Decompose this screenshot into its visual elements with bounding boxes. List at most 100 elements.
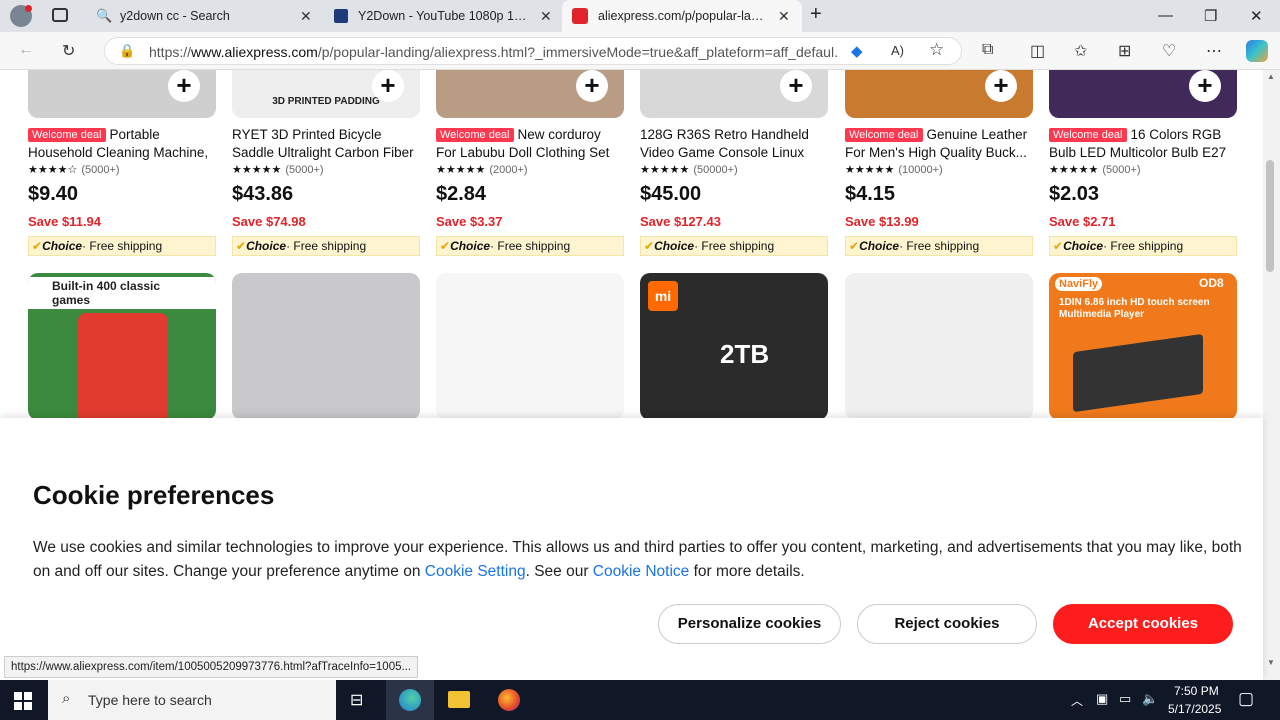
- product-image[interactable]: [232, 273, 420, 420]
- add-to-cart-button[interactable]: +: [372, 70, 404, 102]
- product-price: $4.15: [845, 183, 896, 205]
- rating: ★★★★☆ (5000+): [28, 163, 120, 176]
- product-title[interactable]: Welcome deal New corduroy For Labubu Doll…: [436, 126, 624, 162]
- product-price: $2.84: [436, 183, 487, 205]
- taskbar-edge[interactable]: [386, 680, 434, 720]
- reject-cookies-button[interactable]: Reject cookies: [857, 604, 1037, 644]
- tag-icon[interactable]: ◆: [851, 42, 863, 60]
- volume-icon[interactable]: 🔈: [1142, 691, 1158, 707]
- taskbar-search-placeholder: Type here to search: [88, 692, 212, 708]
- scrollbar-thumb[interactable]: [1266, 160, 1274, 272]
- split-screen-icon[interactable]: ◫: [1030, 41, 1045, 61]
- lock-icon[interactable]: 🔒: [119, 43, 135, 59]
- tab-title: aliexpress.com/p/popular-landing: [598, 9, 770, 23]
- close-icon[interactable]: ✕: [778, 8, 790, 25]
- window-close-icon[interactable]: ✕: [1250, 7, 1263, 25]
- navifly-brand: NaviFly: [1055, 277, 1103, 291]
- edge-icon: [399, 689, 421, 711]
- close-icon[interactable]: ✕: [540, 8, 552, 25]
- tab-aliexpress[interactable]: aliexpress.com/p/popular-landing ✕: [562, 0, 802, 32]
- scroll-down-icon[interactable]: ▼: [1267, 658, 1275, 667]
- rating-count: (10000+): [898, 164, 943, 176]
- more-menu-icon[interactable]: ⋯: [1206, 41, 1222, 61]
- address-toolbar: ← ↻ 🔒 https://www.aliexpress.com/p/popul…: [0, 32, 1280, 70]
- product-title[interactable]: Welcome deal 16 Colors RGB Bulb LED Multi…: [1049, 126, 1237, 162]
- scroll-up-icon[interactable]: ▲: [1267, 72, 1275, 81]
- clock-date[interactable]: 5/17/2025: [1168, 702, 1221, 716]
- chevron-up-icon[interactable]: ︿: [1071, 692, 1083, 709]
- url-text: https://www.aliexpress.com/p/popular-lan…: [149, 44, 839, 60]
- firefox-icon[interactable]: [498, 689, 520, 711]
- network-icon[interactable]: ▭: [1119, 691, 1131, 707]
- back-icon[interactable]: ←: [18, 41, 34, 59]
- product-image[interactable]: Built-in 400 classic games: [28, 273, 216, 420]
- restore-icon[interactable]: ❐: [1204, 7, 1217, 25]
- navifly-model: OD8: [1199, 276, 1224, 290]
- product-image[interactable]: [845, 273, 1033, 420]
- cookie-banner: Cookie preferences We use cookies and si…: [0, 418, 1263, 680]
- windows-start-icon[interactable]: [14, 692, 32, 710]
- file-explorer-icon[interactable]: [448, 691, 470, 708]
- search-icon: ⌕: [62, 690, 71, 707]
- y2down-favicon-icon: [334, 9, 348, 23]
- performance-icon[interactable]: ♡: [1162, 41, 1176, 61]
- profile-avatar[interactable]: [10, 5, 32, 27]
- clock-time[interactable]: 7:50 PM: [1174, 684, 1219, 698]
- product-price: $45.00: [640, 183, 702, 205]
- refresh-icon[interactable]: ↻: [62, 41, 75, 61]
- check-icon: ✔: [849, 239, 860, 253]
- collections-icon[interactable]: ⊞: [1118, 41, 1131, 61]
- cookie-title: Cookie preferences: [33, 480, 275, 510]
- add-to-cart-button[interactable]: +: [168, 70, 200, 102]
- product-title-text: RYET 3D Printed Bicycle Saddle Ultraligh…: [232, 127, 414, 160]
- tab-y2down-search[interactable]: 🔍 y2down cc - Search ✕: [86, 0, 322, 32]
- rating: ★★★★★ (5000+): [232, 163, 324, 176]
- product-title[interactable]: Welcome deal Portable Household Cleaning …: [28, 126, 216, 162]
- mi-logo: mi: [648, 281, 678, 311]
- extensions-icon[interactable]: ⧉: [982, 41, 993, 59]
- add-to-cart-button[interactable]: +: [985, 70, 1017, 102]
- rating-count: (5000+): [81, 164, 120, 176]
- taskbar-search[interactable]: ⌕ Type here to search: [48, 680, 336, 720]
- product-image[interactable]: NaviFly OD8 1DIN 6.86 inch HD touch screen…: [1049, 273, 1237, 420]
- search-icon: 🔍: [96, 8, 113, 23]
- tab-title: y2down cc - Search: [120, 9, 230, 23]
- accept-cookies-button[interactable]: Accept cookies: [1053, 604, 1233, 644]
- copilot-icon[interactable]: [1246, 40, 1268, 62]
- product-title[interactable]: 128G R36S Retro Handheld Video Game Cons…: [640, 126, 828, 162]
- rating-count: (5000+): [285, 164, 324, 176]
- free-shipping-label: · Free shipping: [490, 239, 571, 253]
- close-icon[interactable]: ✕: [300, 8, 312, 25]
- welcome-deal-badge: Welcome deal: [28, 128, 106, 142]
- check-icon: ✔: [32, 239, 43, 253]
- add-to-cart-button[interactable]: +: [1189, 70, 1221, 102]
- rating-stars-icon: ★★★★★: [436, 164, 486, 176]
- tab-actions-icon[interactable]: [52, 8, 68, 22]
- cookie-setting-link[interactable]: Cookie Setting: [425, 563, 526, 580]
- read-aloud-icon[interactable]: A): [891, 43, 904, 58]
- task-view-icon[interactable]: ⊟: [350, 690, 363, 710]
- add-to-cart-button[interactable]: +: [780, 70, 812, 102]
- tab-y2down[interactable]: Y2Down - YouTube 1080p 1440p ✕: [324, 0, 560, 32]
- favorites-icon[interactable]: ✩: [1074, 41, 1087, 61]
- product-price: $2.03: [1049, 183, 1100, 205]
- product-image[interactable]: [436, 273, 624, 420]
- product-title[interactable]: RYET 3D Printed Bicycle Saddle Ultraligh…: [232, 126, 420, 162]
- cookie-notice-link[interactable]: Cookie Notice: [593, 563, 690, 580]
- check-icon: ✔: [236, 239, 247, 253]
- product-image[interactable]: mi 2TB: [640, 273, 828, 420]
- product-title[interactable]: Welcome deal Genuine Leather For Men's Hi…: [845, 126, 1033, 162]
- rating: ★★★★★ (5000+): [1049, 163, 1141, 176]
- personalize-cookies-button[interactable]: Personalize cookies: [658, 604, 841, 644]
- minimize-icon[interactable]: —: [1158, 7, 1173, 24]
- device-icon[interactable]: ▣: [1096, 691, 1108, 707]
- notifications-icon[interactable]: ▢: [1238, 689, 1254, 709]
- product-price: $9.40: [28, 183, 79, 205]
- favorite-star-icon[interactable]: ☆: [929, 40, 944, 60]
- tab-bar: 🔍 y2down cc - Search ✕ Y2Down - YouTube …: [0, 0, 1280, 32]
- add-to-cart-button[interactable]: +: [576, 70, 608, 102]
- cookie-text-part: . See our: [525, 563, 593, 580]
- welcome-deal-badge: Welcome deal: [845, 128, 923, 142]
- new-tab-icon[interactable]: +: [810, 3, 822, 26]
- address-field[interactable]: 🔒 https://www.aliexpress.com/p/popular-l…: [104, 37, 962, 65]
